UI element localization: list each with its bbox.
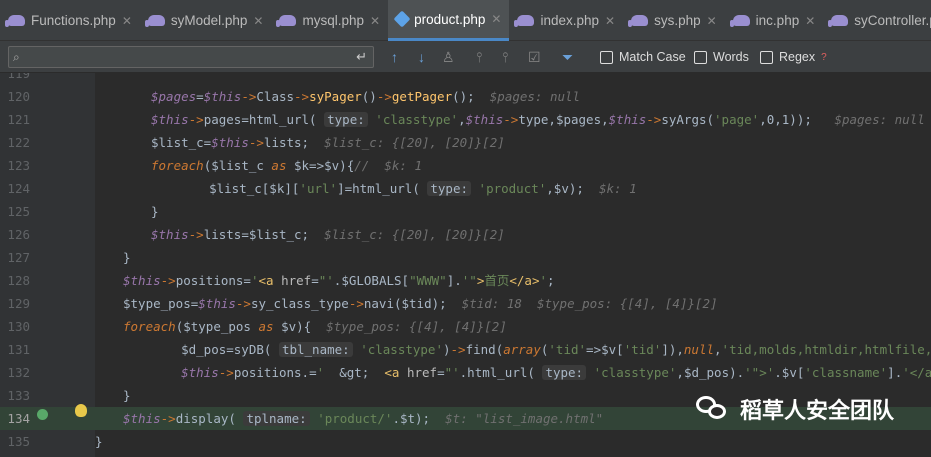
regex-checkbox[interactable]: Regex?: [760, 50, 827, 64]
line-number: 125: [7, 204, 30, 219]
code-line[interactable]: 120 $pages=$this->Class->syPager()->getPa…: [0, 85, 931, 108]
find-in-selection-icon[interactable]: ♙: [442, 49, 455, 66]
line-number: 122: [7, 135, 30, 150]
tab-functions-php[interactable]: Functions.php ✕: [0, 0, 140, 41]
prev-occurrence-icon[interactable]: ↑: [391, 49, 398, 65]
code-line[interactable]: 131 $d_pos=syDB( tbl_name: 'classtype')-…: [0, 338, 931, 361]
select-all-occurrences-icon[interactable]: ☑: [528, 49, 541, 66]
tab-label: syController.php: [854, 13, 931, 28]
code-text: $list_c[$k]['url']=html_url( type: 'prod…: [179, 181, 637, 196]
tab-label: inc.php: [755, 13, 800, 28]
line-number: 126: [7, 227, 30, 242]
code-text: $this->positions='<a href="'.$GLOBALS["W…: [123, 273, 555, 288]
line-number: 128: [7, 273, 30, 288]
tab-label: sys.php: [654, 13, 701, 28]
line-number: 119: [7, 73, 30, 81]
tab-label: index.php: [540, 13, 600, 28]
tab-mysql-php[interactable]: mysql.php ✕: [271, 0, 388, 41]
filter-icon[interactable]: ⏷: [562, 49, 573, 66]
tab-symodel-php[interactable]: syModel.php ✕: [140, 0, 272, 41]
line-number: 123: [7, 158, 30, 173]
php-class-icon: [393, 10, 411, 28]
line-number: 132: [7, 365, 30, 380]
elephant-icon: [514, 15, 535, 27]
close-icon[interactable]: ✕: [122, 14, 132, 28]
code-text: }: [123, 388, 131, 403]
code-text: }: [95, 434, 103, 449]
code-text: $this->lists=$list_c; $list_c: {[20], [2…: [151, 227, 505, 242]
code-line[interactable]: 132 $this->positions.=' &gt; <a href="'.…: [0, 361, 931, 384]
code-text: $pages=$this->Class->syPager()->getPager…: [151, 89, 581, 104]
elephant-icon: [144, 15, 165, 27]
match-case-checkbox[interactable]: Match Case: [600, 50, 686, 64]
lightbulb-icon[interactable]: [75, 404, 87, 417]
close-icon[interactable]: ✕: [605, 14, 615, 28]
code-line[interactable]: 122 $list_c=$this->lists; $list_c: {[20],…: [0, 131, 931, 154]
tab-label: Functions.php: [31, 13, 116, 28]
close-icon[interactable]: ✕: [707, 14, 717, 28]
add-occurrence-icon[interactable]: ⫯: [476, 49, 482, 66]
code-line[interactable]: 127}: [0, 246, 931, 269]
tab-sycontroller-php[interactable]: syController.php✕: [823, 0, 931, 41]
code-line[interactable]: 123 foreach($list_c as $k=>$v){// $k: 1: [0, 154, 931, 177]
search-icon: ⌕: [13, 49, 20, 64]
line-number: 120: [7, 89, 30, 104]
code-text: $this->display( tplname: 'product/'.$t);…: [123, 411, 604, 426]
remove-occurrence-icon[interactable]: ⫯: [502, 49, 508, 66]
line-number: 131: [7, 342, 30, 357]
code-text: $type_pos=$this->sy_class_type->navi($ti…: [123, 296, 718, 311]
tab-label: product.php: [414, 11, 486, 27]
words-checkbox[interactable]: Words: [694, 50, 749, 64]
code-line[interactable]: 129 $type_pos=$this->sy_class_type->navi(…: [0, 292, 931, 315]
elephant-icon: [276, 15, 297, 27]
line-number: 133: [7, 388, 30, 403]
code-text: $list_c=$this->lists; $list_c: {[20], [2…: [151, 135, 505, 150]
code-line[interactable]: 130 foreach($type_pos as $v){ $type_pos: …: [0, 315, 931, 338]
find-bar: ⌕ ↵ ↑ ↓ ♙ ⫯ ⫯ ☑ ⏷ Match Case Words Regex…: [0, 41, 931, 73]
code-line[interactable]: 125}: [0, 200, 931, 223]
watermark: 稻草人安全团队: [696, 393, 894, 425]
wechat-icon: [696, 396, 730, 422]
search-input[interactable]: ⌕ ↵: [8, 46, 374, 68]
line-number: 121: [7, 112, 30, 127]
tab-sys-php[interactable]: sys.php ✕: [623, 0, 725, 41]
line-number: 127: [7, 250, 30, 265]
code-text: }: [123, 250, 131, 265]
close-icon[interactable]: ✕: [805, 14, 815, 28]
close-icon[interactable]: ✕: [370, 14, 380, 28]
line-number: 134: [7, 411, 30, 426]
line-number: 135: [7, 434, 30, 449]
elephant-icon: [5, 15, 25, 27]
next-occurrence-icon[interactable]: ↓: [418, 49, 425, 65]
code-text: $this->positions.=' &gt; <a href="'.html…: [181, 365, 931, 380]
line-number: 124: [7, 181, 30, 196]
code-text: foreach($list_c as $k=>$v){// $k: 1: [151, 158, 422, 173]
line-number: 129: [7, 296, 30, 311]
tab-label: syModel.php: [170, 13, 248, 28]
code-text: foreach($type_pos as $v){ $type_pos: {[4…: [123, 319, 507, 334]
elephant-icon: [828, 15, 849, 27]
code-line[interactable]: 121 $this->pages=html_url( type: 'classty…: [0, 108, 931, 131]
tab-product-php[interactable]: product.php ✕: [388, 0, 510, 41]
close-icon[interactable]: ✕: [491, 12, 501, 26]
code-text: $this->pages=html_url( type: 'classtype'…: [151, 112, 925, 127]
code-text: $d_pos=syDB( tbl_name: 'classtype')->fin…: [151, 342, 931, 357]
breakpoint-ok-icon[interactable]: [37, 409, 48, 420]
tab-label: mysql.php: [302, 13, 365, 28]
code-line[interactable]: 119: [0, 73, 931, 85]
close-icon[interactable]: ✕: [253, 14, 263, 28]
code-line[interactable]: 124 $list_c[$k]['url']=html_url( type: '…: [0, 177, 931, 200]
enter-icon[interactable]: ↵: [356, 49, 367, 65]
editor-tab-bar: Functions.php ✕ syModel.php ✕ mysql.php ✕ prod…: [0, 0, 931, 41]
tab-index-php[interactable]: index.php ✕: [509, 0, 623, 41]
elephant-icon: [729, 15, 750, 27]
tab-inc-php[interactable]: inc.php ✕: [725, 0, 824, 41]
code-line[interactable]: 135}: [0, 430, 931, 453]
code-text: }: [151, 204, 159, 219]
line-number: 130: [7, 319, 30, 334]
code-line[interactable]: 128 $this->positions='<a href="'.$GLOBALS…: [0, 269, 931, 292]
elephant-icon: [628, 15, 649, 27]
code-line[interactable]: 126 $this->lists=$list_c; $list_c: {[20],…: [0, 223, 931, 246]
